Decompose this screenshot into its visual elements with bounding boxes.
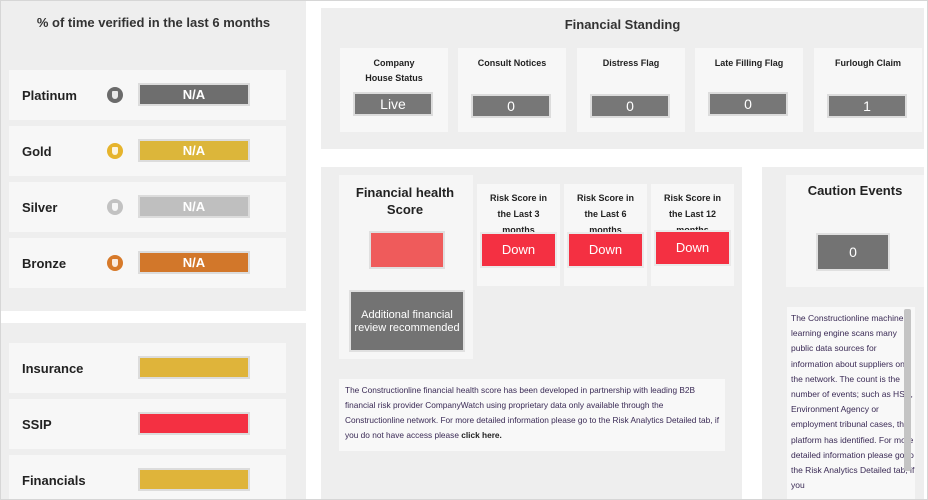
dashboard-frame: % of time verified in the last 6 months … — [0, 0, 928, 500]
check-label: Financials — [22, 473, 86, 488]
tier-label: Gold — [22, 144, 52, 159]
fs-label: Company House Status — [365, 58, 423, 83]
risk-card-6-months: Risk Score in the Last 6 months Down — [564, 184, 647, 286]
fs-value: Live — [353, 92, 433, 116]
fs-card-company-house-status: Company House Status Live — [340, 48, 448, 132]
risk-value: Down — [480, 232, 557, 268]
fs-card-furlough-claim: Furlough Claim 1 — [814, 48, 922, 132]
tier-value-bar: N/A — [138, 83, 250, 106]
check-label: Insurance — [22, 361, 84, 376]
caution-events-scrollbar[interactable] — [904, 309, 911, 471]
fs-value: 1 — [827, 94, 907, 118]
financial-health-note: The Constructionline financial health sc… — [339, 379, 725, 451]
risk-card-3-months: Risk Score in the Last 3 months Down — [477, 184, 560, 286]
fs-card-distress-flag: Distress Flag 0 — [577, 48, 685, 132]
gold-badge-icon — [107, 143, 123, 159]
fs-label: Late Filling Flag — [714, 58, 784, 68]
fs-label: Consult Notices — [477, 58, 547, 68]
financial-health-score-indicator — [369, 231, 445, 269]
fs-label: Furlough Claim — [835, 58, 901, 68]
tier-value-bar: N/A — [138, 195, 250, 218]
tier-label: Silver — [22, 200, 58, 215]
click-here-link[interactable]: click here. — [461, 430, 502, 440]
fs-card-late-filling-flag: Late Filling Flag 0 — [695, 48, 803, 132]
financial-health-title: Financial health Score — [355, 185, 455, 217]
financial-health-note-text: The Constructionline financial health sc… — [345, 385, 720, 440]
tier-label: Bronze — [22, 256, 67, 271]
tier-row-gold: Gold N/A — [9, 126, 286, 176]
check-row-ssip: SSIP — [9, 399, 286, 449]
risk-card-12-months: Risk Score in the Last 12 months Down — [651, 184, 734, 286]
risk-label: Risk Score in the Last 3 months — [489, 193, 548, 235]
financial-review-badge: Additional financial review recommended — [349, 290, 465, 352]
tier-value-bar: N/A — [138, 251, 250, 274]
check-status-bar — [138, 356, 250, 379]
check-row-financials: Financials — [9, 455, 286, 499]
fs-value: 0 — [471, 94, 551, 118]
verified-title: % of time verified in the last 6 months — [36, 15, 271, 30]
tier-row-platinum: Platinum N/A — [9, 70, 286, 120]
caution-events-title: Caution Events — [807, 183, 903, 198]
risk-value: Down — [567, 232, 644, 268]
bronze-badge-icon — [107, 255, 123, 271]
risk-label: Risk Score in the Last 6 months — [576, 193, 635, 235]
risk-value: Down — [654, 230, 731, 266]
financial-standing-title: Financial Standing — [564, 17, 681, 32]
tier-row-silver: Silver N/A — [9, 182, 286, 232]
fs-value: 0 — [590, 94, 670, 118]
fs-value: 0 — [708, 92, 788, 116]
check-label: SSIP — [22, 417, 52, 432]
check-row-insurance: Insurance — [9, 343, 286, 393]
tier-row-bronze: Bronze N/A — [9, 238, 286, 288]
check-status-bar — [138, 412, 250, 435]
silver-badge-icon — [107, 199, 123, 215]
check-status-bar — [138, 468, 250, 491]
tier-label: Platinum — [22, 88, 77, 103]
tier-value-bar: N/A — [138, 139, 250, 162]
fs-label: Distress Flag — [602, 58, 660, 68]
caution-events-count: 0 — [816, 233, 890, 271]
caution-events-description: The Constructionline machine learning en… — [787, 307, 915, 499]
platinum-badge-icon — [107, 87, 123, 103]
fs-card-consult-notices: Consult Notices 0 — [458, 48, 566, 132]
